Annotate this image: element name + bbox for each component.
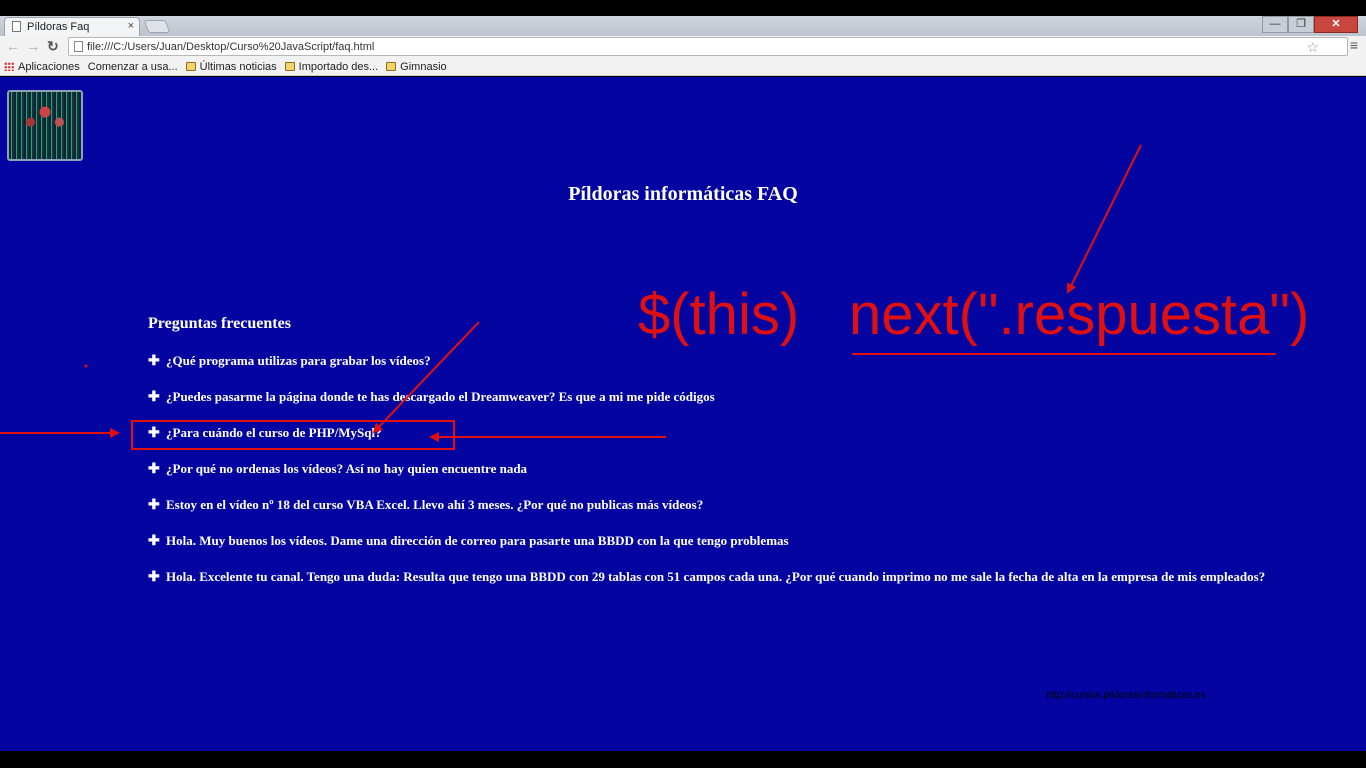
faq-question: Hola. Excelente tu canal. Tengo una duda… [166, 569, 1266, 584]
forward-arrow-icon[interactable]: → [26, 38, 40, 54]
faq-heading: Preguntas frecuentes [148, 315, 291, 332]
back-arrow-icon[interactable]: ← [6, 38, 20, 54]
reload-icon[interactable]: ↻ [47, 38, 59, 55]
faq-question: ¿Qué programa utilizas para grabar los v… [166, 353, 431, 368]
top-letterbox [0, 0, 1366, 16]
bookmarks-bar: Aplicaciones Comenzar a usa... Últimas n… [0, 58, 1366, 145]
maximize-button[interactable]: ❐ [1288, 16, 1314, 33]
apps-icon [4, 62, 14, 71]
faq-item[interactable]: ✚ ¿Por qué no ordenas los vídeos? Así no… [148, 461, 1265, 497]
plus-icon: ✚ [148, 424, 160, 440]
plus-icon: ✚ [148, 496, 160, 512]
folder-icon [284, 62, 295, 71]
site-logo [7, 90, 83, 161]
chrome-menu-icon[interactable]: ≡ [1350, 37, 1358, 53]
faq-question: Estoy en el vídeo nº 18 del curso VBA Ex… [166, 497, 704, 512]
bookmark-star-icon[interactable]: ☆ [1306, 39, 1319, 56]
page-content: Píldoras informáticas FAQ Preguntas frec… [0, 77, 1366, 751]
bookmark-label: Importado des... [298, 60, 379, 73]
browser-toolbar: ← → ↻ ☆ ≡ [0, 36, 1366, 58]
bookmark-comenzar[interactable]: Comenzar a usa... [0, 60, 178, 145]
faq-question: Hola. Muy buenos los vídeos. Dame una di… [166, 533, 789, 548]
faq-item[interactable]: ✚ Estoy en el vídeo nº 18 del curso VBA … [148, 497, 1265, 533]
annotation-next-respuesta: next(".respuesta") [849, 282, 1310, 347]
faq-question: ¿Por qué no ordenas los vídeos? Así no h… [166, 461, 528, 476]
bookmark-label: Aplicaciones [18, 60, 80, 73]
tab-close-icon[interactable]: × [128, 20, 134, 32]
address-bar[interactable]: ☆ [68, 37, 1348, 56]
annotation-this: $(this) [638, 282, 800, 347]
faq-item[interactable]: ✚ ¿Qué programa utilizas para grabar los… [148, 353, 1265, 389]
page-title: Píldoras informáticas FAQ [568, 183, 798, 205]
bookmark-label: Últimas noticias [199, 60, 277, 73]
faq-item[interactable]: ✚ Hola. Muy buenos los vídeos. Dame una … [148, 533, 1265, 569]
window-controls: — ❐ ✕ [1262, 16, 1358, 33]
faq-item[interactable]: ✚ ¿Para cuándo el curso de PHP/MySql? [148, 425, 1265, 461]
footer-link[interactable]: http://cursos.pildorasinformaticas.es [1046, 690, 1206, 701]
plus-icon: ✚ [148, 532, 160, 548]
bottom-letterbox [0, 751, 1366, 768]
faq-question: ¿Puedes pasarme la página donde te has d… [166, 389, 715, 404]
page-icon [12, 21, 21, 32]
page-icon [74, 41, 83, 52]
folder-icon [185, 62, 196, 71]
faq-item[interactable]: ✚ ¿Puedes pasarme la página donde te has… [148, 389, 1265, 425]
bookmark-label: Gimnasio [400, 60, 447, 73]
minimize-button[interactable]: — [1262, 16, 1288, 33]
close-window-button[interactable]: ✕ [1314, 16, 1358, 33]
bookmark-importado[interactable]: Importado des... [284, 60, 379, 73]
folder-icon [386, 62, 397, 71]
bookmark-ultimas-noticias[interactable]: Últimas noticias [185, 60, 277, 73]
plus-icon: ✚ [148, 460, 160, 476]
bookmark-gimnasio[interactable]: Gimnasio [386, 60, 447, 73]
tab-pildoras-faq[interactable]: Píldoras Faq × [4, 17, 140, 36]
bookmark-aplicaciones[interactable]: Aplicaciones [4, 61, 80, 73]
faq-question: ¿Para cuándo el curso de PHP/MySql? [166, 425, 382, 440]
plus-icon: ✚ [148, 352, 160, 368]
new-tab-button[interactable] [143, 20, 171, 33]
tab-strip: Píldoras Faq × — ❐ ✕ [0, 16, 1366, 36]
tab-title: Píldoras Faq [27, 21, 90, 33]
plus-icon: ✚ [148, 388, 160, 404]
plus-icon: ✚ [148, 568, 160, 584]
faq-item[interactable]: ✚ Hola. Excelente tu canal. Tengo una du… [148, 569, 1265, 605]
faq-list: ✚ ¿Qué programa utilizas para grabar los… [148, 353, 1265, 605]
bookmark-label: Comenzar a usa... [87, 60, 178, 73]
url-input[interactable] [87, 39, 1307, 54]
